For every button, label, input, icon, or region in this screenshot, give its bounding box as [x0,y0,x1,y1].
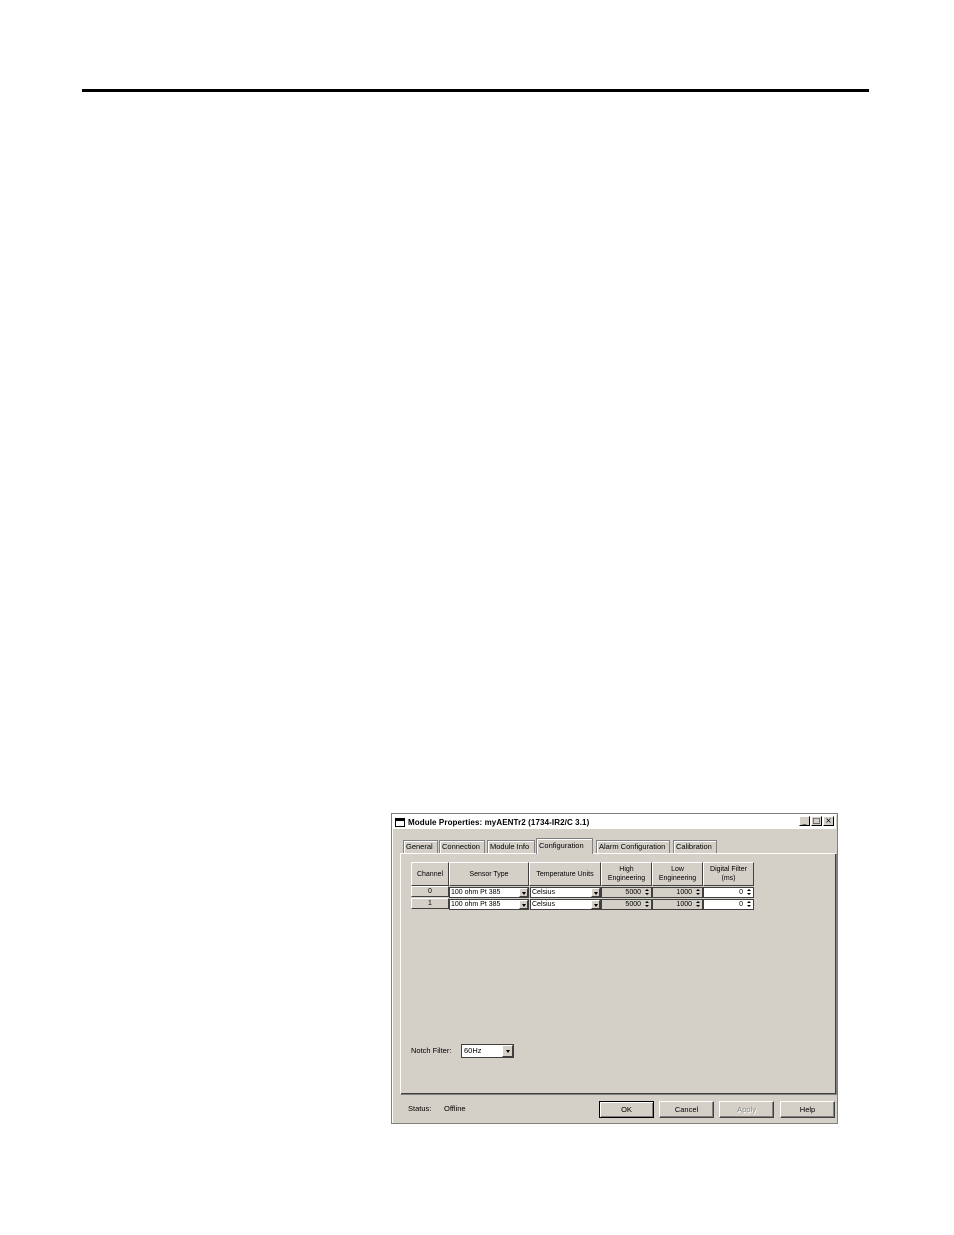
dialog-titlebar[interactable]: Module Properties: myAENTr2 (1734-IR2/C … [393,815,836,829]
high-engineering-value-1: 5000 [625,901,641,908]
low-engineering-spinner-1[interactable]: 1000 [652,899,703,910]
temperature-units-value-0: Celsius [532,889,555,896]
high-engineering-spinner-0[interactable]: 5000 [601,887,652,898]
digital-filter-spinner-1[interactable]: 0 [703,899,754,910]
module-properties-dialog: Module Properties: myAENTr2 (1734-IR2/C … [391,813,838,1124]
low-engineering-value-0: 1000 [676,889,692,896]
temperature-units-value-1: Celsius [532,901,555,908]
temperature-units-select-0[interactable]: Celsius [530,887,601,898]
header-sensor-type: Sensor Type [449,862,529,886]
chevron-down-icon[interactable] [591,888,600,897]
notch-filter-select[interactable]: 60Hz [461,1044,514,1058]
header-low-engineering: Low Engineering [652,862,703,886]
low-engineering-value-1: 1000 [676,901,692,908]
header-temperature-units: Temperature Units [529,862,601,886]
tab-general[interactable]: General [403,840,438,853]
dialog-title: Module Properties: myAENTr2 (1734-IR2/C … [408,817,590,827]
digital-filter-value-0: 0 [739,889,743,896]
notch-filter-value: 60Hz [464,1046,482,1055]
chevron-down-icon[interactable] [519,888,528,897]
sensor-type-select-0[interactable]: 100 ohm Pt 385 [449,887,529,898]
tab-configuration[interactable]: Configuration [536,838,593,854]
spin-arrows-icon[interactable] [643,900,651,909]
maximize-button[interactable]: □ [811,816,822,826]
sensor-type-value-0: 100 ohm Pt 385 [451,889,501,896]
apply-button[interactable]: Apply [719,1101,774,1118]
header-digital-filter: Digital Filter (ms) [703,862,754,886]
tab-calibration[interactable]: Calibration [673,840,717,853]
notch-filter-label: Notch Filter: [411,1046,452,1055]
tab-connection[interactable]: Connection [439,840,485,853]
high-engineering-spinner-1[interactable]: 5000 [601,899,652,910]
spin-arrows-icon[interactable] [745,900,753,909]
header-channel: Channel [411,862,449,886]
chevron-down-icon[interactable] [519,900,528,909]
chevron-down-icon[interactable] [591,900,600,909]
close-button[interactable]: × [823,816,834,826]
ok-button[interactable]: OK [599,1101,654,1118]
status-label: Status: [408,1104,432,1113]
help-button[interactable]: Help [780,1101,835,1118]
digital-filter-spinner-0[interactable]: 0 [703,887,754,898]
spin-arrows-icon[interactable] [745,888,753,897]
spin-arrows-icon[interactable] [643,888,651,897]
cancel-button[interactable]: Cancel [659,1101,714,1118]
status-value: Offline [444,1104,466,1113]
minimize-button[interactable]: _ [799,816,810,826]
spin-arrows-icon[interactable] [694,888,702,897]
row-channel-1: 1 [411,898,449,909]
high-engineering-value-0: 5000 [625,889,641,896]
header-high-engineering: High Engineering [601,862,652,886]
digital-filter-value-1: 0 [739,901,743,908]
tab-module-info[interactable]: Module Info [487,840,535,853]
tab-alarm-configuration[interactable]: Alarm Configuration [596,840,670,853]
low-engineering-spinner-0[interactable]: 1000 [652,887,703,898]
window-icon [395,817,405,827]
chevron-down-icon[interactable] [502,1045,513,1057]
page-header-rule [82,89,869,92]
sensor-type-value-1: 100 ohm Pt 385 [451,901,501,908]
spin-arrows-icon[interactable] [694,900,702,909]
temperature-units-select-1[interactable]: Celsius [530,899,601,910]
row-channel-0: 0 [411,886,449,897]
sensor-type-select-1[interactable]: 100 ohm Pt 385 [449,899,529,910]
